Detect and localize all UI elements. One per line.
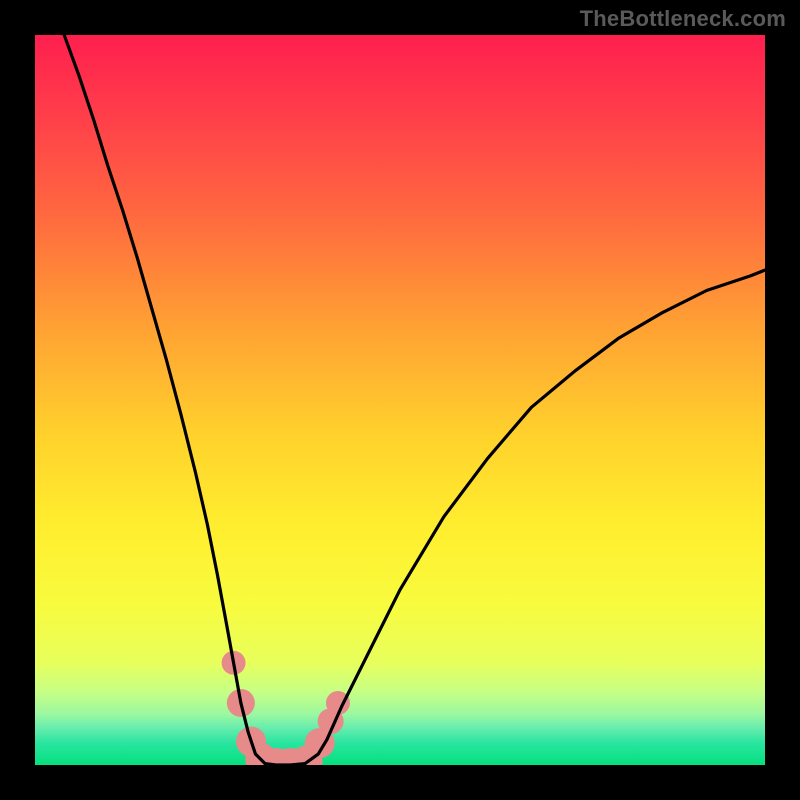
bottleneck-curve bbox=[64, 35, 765, 765]
watermark-text: TheBottleneck.com bbox=[580, 6, 786, 32]
curve-layer bbox=[35, 35, 765, 765]
plot-area bbox=[35, 35, 765, 765]
chart-frame: TheBottleneck.com bbox=[0, 0, 800, 800]
